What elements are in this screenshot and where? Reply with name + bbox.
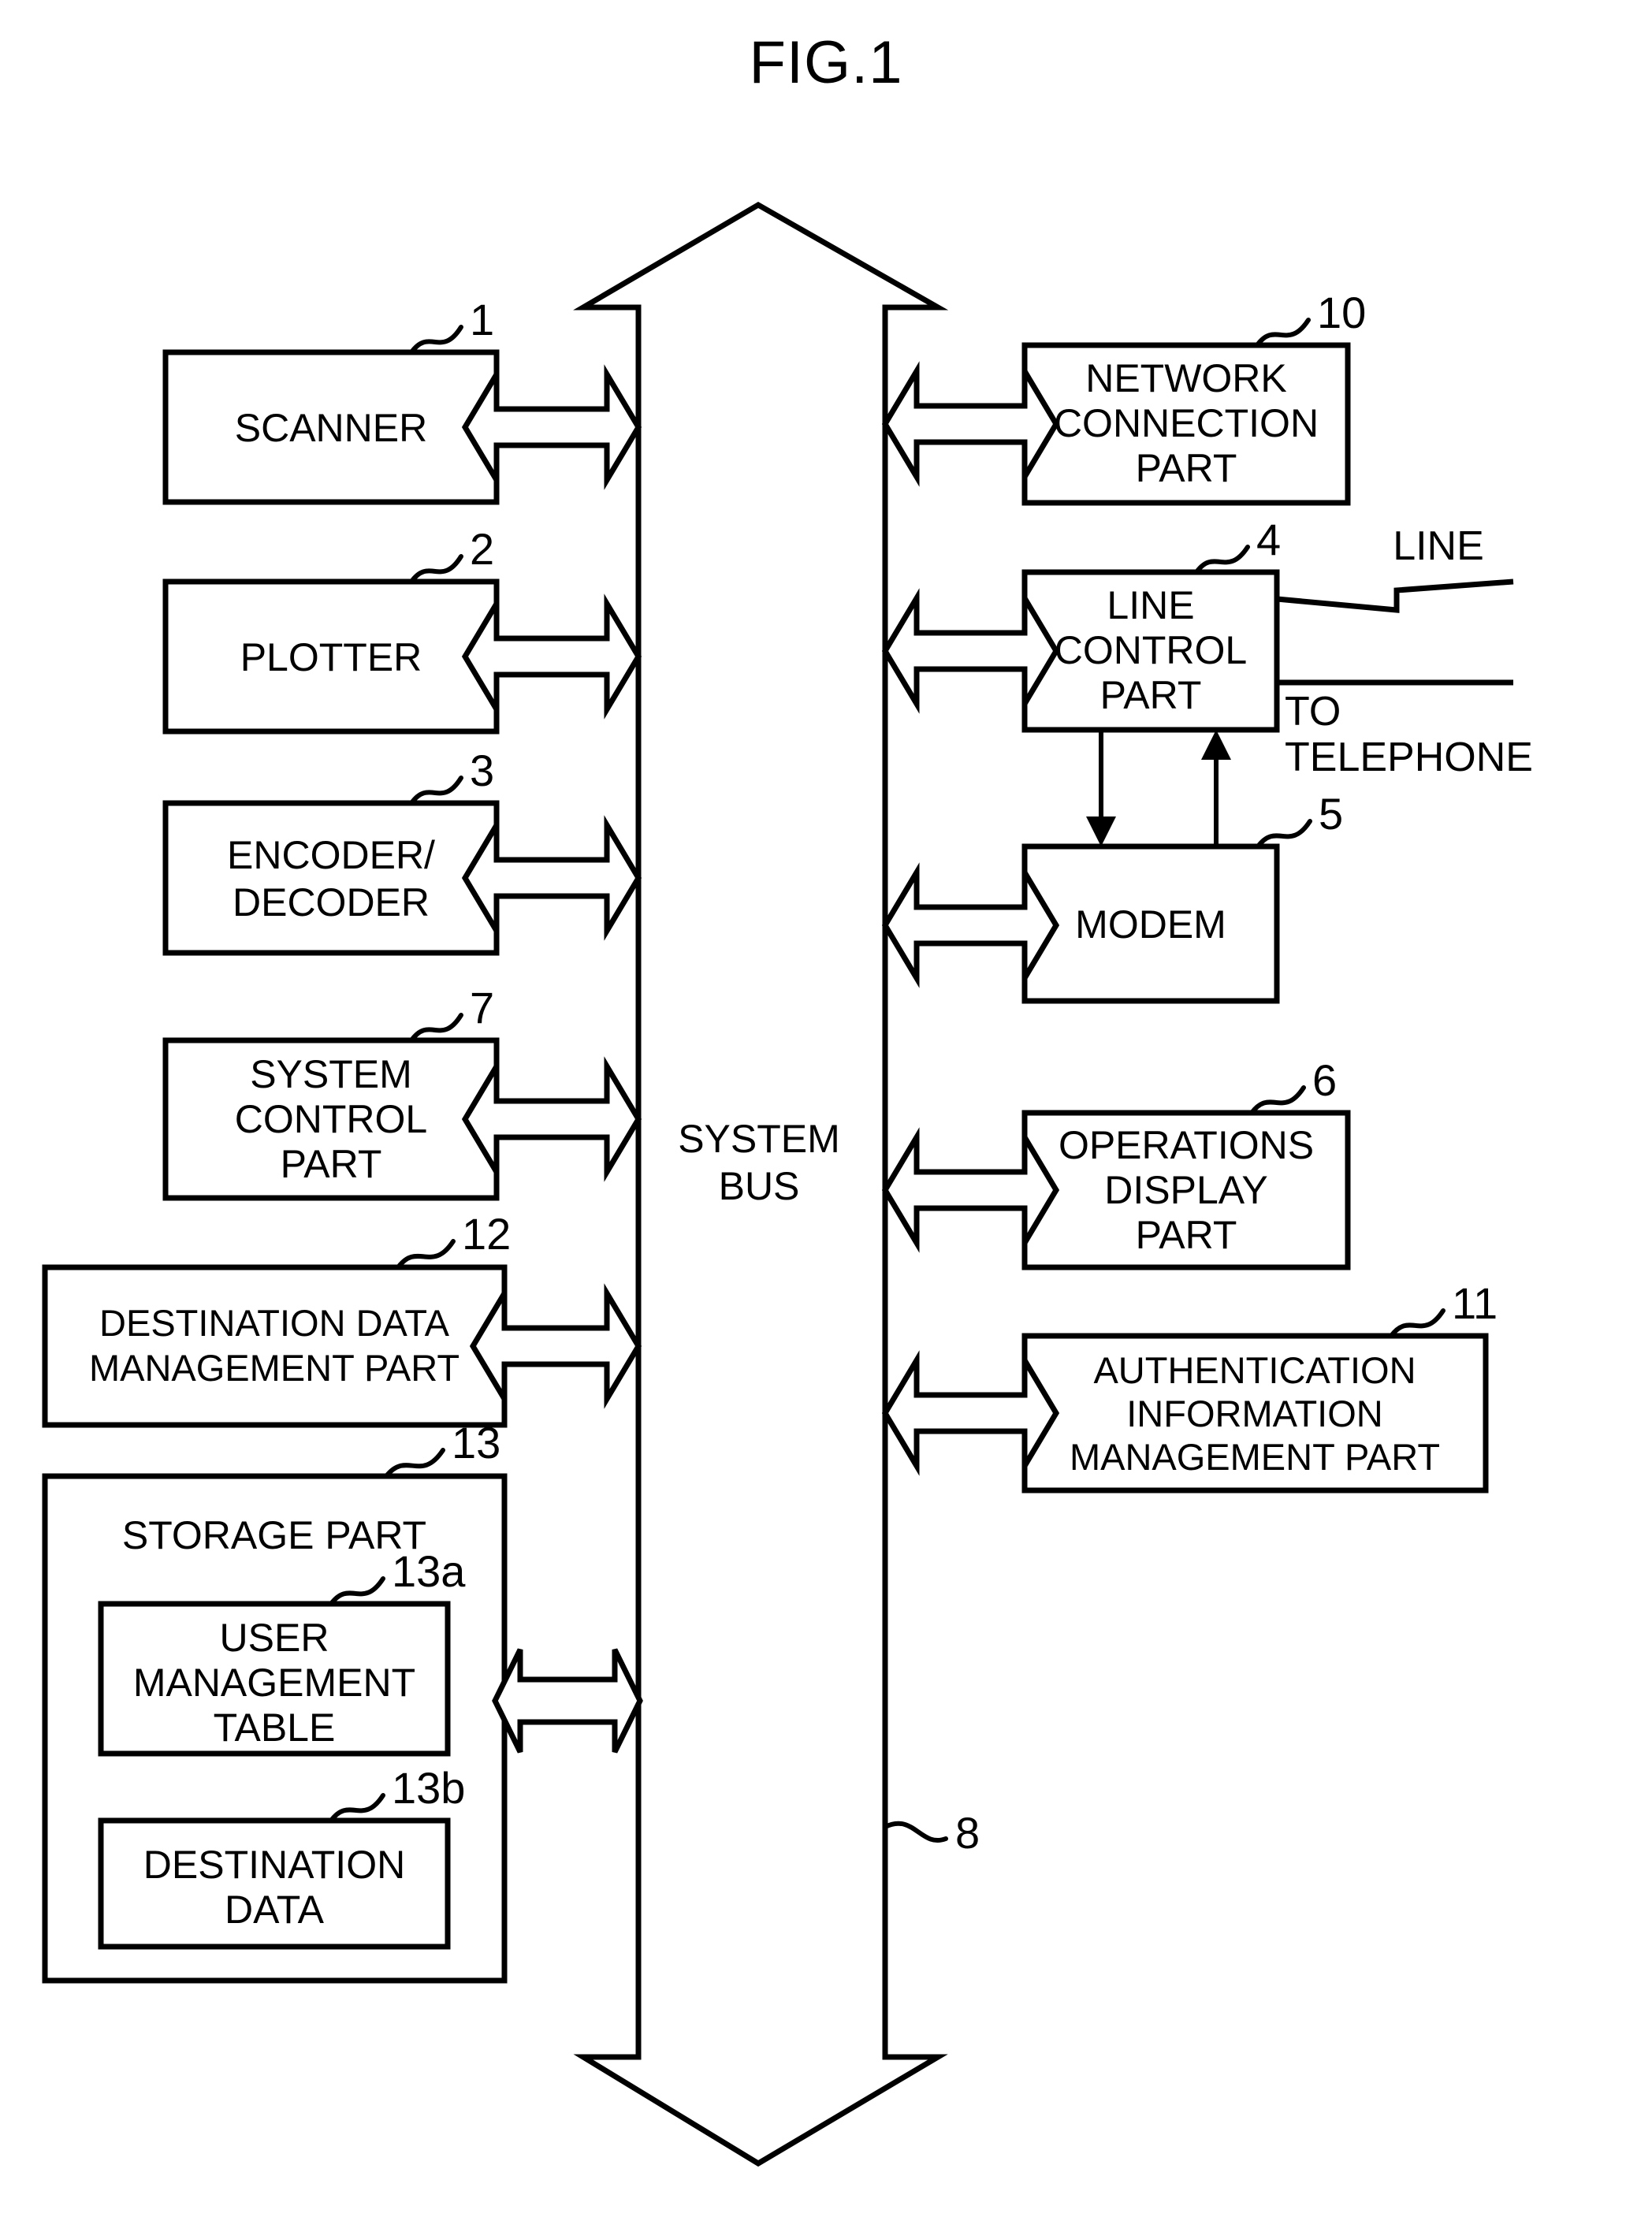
system-bus-label-line1: SYSTEM — [678, 1117, 840, 1161]
external-line-label: LINE — [1393, 523, 1484, 569]
patent-figure-page: FIG.1 SYSTEM BUS 8 SCANNER 1 PLOTTER 2 E… — [0, 0, 1652, 2217]
block-destination-data-management-part-label-line2: MANAGEMENT PART — [89, 1347, 460, 1389]
destination-data-ref-number: 13b — [392, 1763, 465, 1813]
block-line-control-part-label-line1: LINE — [1107, 583, 1194, 627]
block-destination-data-label-line1: DESTINATION — [143, 1843, 405, 1887]
dest-data-mgmt-ref-leader — [396, 1239, 456, 1270]
block-line-control-part-label-line3: PART — [1100, 673, 1202, 717]
block-scanner-label: SCANNER — [235, 406, 427, 450]
line-control-to-modem-arrowhead — [1086, 816, 1116, 846]
auth-info-ref-leader — [1389, 1308, 1446, 1338]
operations-ref-leader — [1249, 1085, 1306, 1115]
arrow-network-conn-bus — [881, 361, 1060, 487]
block-user-management-table-label-line3: TABLE — [214, 1706, 336, 1750]
arrow-modem-bus — [881, 862, 1060, 988]
line-control-ref-number: 4 — [1256, 515, 1281, 564]
user-mgmt-table-ref-number: 13a — [392, 1546, 466, 1596]
plotter-ref-number: 2 — [470, 524, 494, 574]
bus-ref-number: 8 — [955, 1808, 980, 1858]
arrow-operations-bus — [881, 1127, 1060, 1253]
encoder-ref-leader — [409, 776, 463, 805]
block-destination-data-management-part-label-line1: DESTINATION DATA — [99, 1302, 450, 1344]
block-user-management-table-label-line1: USER — [220, 1616, 329, 1660]
network-conn-ref-number: 10 — [1317, 288, 1366, 337]
arrow-auth-info-bus — [881, 1350, 1060, 1476]
modem-ref-leader — [1256, 819, 1312, 849]
arrow-system-control-bus — [461, 1056, 642, 1182]
figure-canvas: FIG.1 SYSTEM BUS 8 SCANNER 1 PLOTTER 2 E… — [42, 29, 1533, 2167]
arrow-dest-data-mgmt-bus — [469, 1283, 642, 1409]
block-plotter-label: PLOTTER — [240, 635, 422, 679]
arrow-scanner-bus — [461, 364, 642, 490]
block-auth-info-label-line2: INFORMATION — [1126, 1393, 1383, 1434]
modem-to-line-control-arrowhead — [1201, 730, 1231, 760]
block-encoder-decoder[interactable] — [162, 800, 500, 956]
arrow-encoder-bus — [461, 815, 642, 941]
block-user-management-table-label-line2: MANAGEMENT — [133, 1661, 415, 1705]
block-system-control-part-label-line3: PART — [281, 1142, 382, 1186]
scanner-ref-number: 1 — [470, 295, 494, 344]
plotter-ref-leader — [409, 554, 463, 584]
block-network-connection-part-label-line3: PART — [1136, 446, 1237, 490]
block-encoder-decoder-label-line1: ENCODER/ — [227, 833, 435, 877]
bus-ref-leader — [883, 1821, 948, 1843]
arrow-line-control-bus — [881, 588, 1060, 714]
block-auth-info-label-line3: MANAGEMENT PART — [1070, 1436, 1440, 1478]
block-operations-display-part-label-line3: PART — [1136, 1213, 1237, 1257]
external-line-wire — [1276, 578, 1514, 613]
block-destination-data-label-line2: DATA — [225, 1888, 325, 1932]
modem-ref-number: 5 — [1319, 789, 1343, 839]
block-line-control-part-label-line2: CONTROL — [1055, 628, 1247, 672]
external-telephone-label-line2: TELEPHONE — [1285, 735, 1533, 780]
dest-data-mgmt-ref-number: 12 — [462, 1209, 511, 1259]
system-control-ref-number: 7 — [470, 983, 494, 1032]
block-network-connection-part-label-line1: NETWORK — [1085, 356, 1287, 400]
block-modem-label: MODEM — [1075, 902, 1226, 947]
external-telephone-label-line1: TO — [1285, 689, 1341, 735]
arrow-storage-bus — [492, 1648, 643, 1754]
system-control-ref-leader — [409, 1013, 463, 1043]
block-operations-display-part-label-line1: OPERATIONS — [1059, 1123, 1314, 1167]
storage-part-ref-leader — [384, 1448, 445, 1479]
storage-part-ref-number: 13 — [452, 1418, 500, 1467]
operations-ref-number: 6 — [1312, 1055, 1337, 1105]
block-system-control-part-label-line2: CONTROL — [235, 1097, 427, 1141]
system-bus-label-line2: BUS — [719, 1164, 800, 1208]
auth-info-ref-number: 11 — [1452, 1278, 1498, 1328]
block-storage-part-label: STORAGE PART — [122, 1513, 426, 1557]
block-network-connection-part-label-line2: CONNECTION — [1054, 401, 1319, 445]
block-destination-data-management-part[interactable] — [42, 1264, 508, 1428]
figure-title: FIG.1 — [749, 29, 902, 96]
block-operations-display-part-label-line2: DISPLAY — [1104, 1168, 1268, 1212]
line-control-ref-leader — [1194, 545, 1250, 575]
block-auth-info-label-line1: AUTHENTICATION — [1093, 1349, 1416, 1391]
arrow-plotter-bus — [461, 593, 642, 720]
scanner-ref-leader — [409, 325, 463, 355]
block-encoder-decoder-label-line2: DECODER — [233, 880, 430, 924]
network-conn-ref-leader — [1255, 318, 1311, 348]
encoder-ref-number: 3 — [470, 746, 494, 795]
block-system-control-part-label-line1: SYSTEM — [250, 1052, 412, 1096]
